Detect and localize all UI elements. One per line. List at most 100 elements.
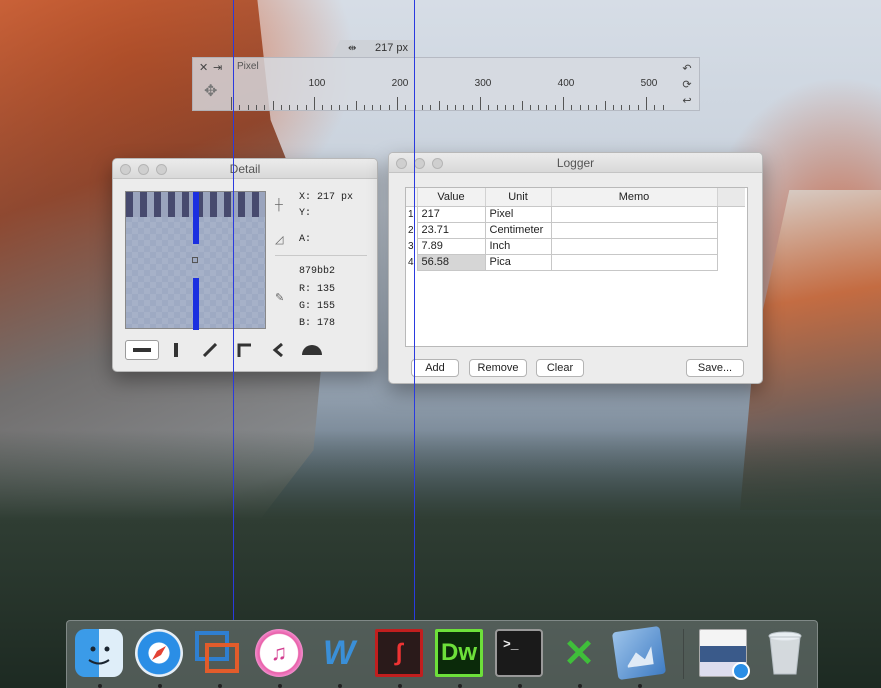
add-button[interactable]: Add <box>411 359 459 377</box>
rotate-left-icon[interactable]: ↶ <box>679 61 695 77</box>
ruler-tick <box>563 97 564 110</box>
safari-icon[interactable] <box>135 629 183 677</box>
finder-icon[interactable] <box>75 629 123 677</box>
logger-titlebar[interactable]: Logger <box>389 153 762 173</box>
align-left-icon[interactable]: ⇥ <box>213 61 222 74</box>
column-header-value[interactable]: Value <box>417 188 486 207</box>
memo-cell[interactable] <box>550 253 718 271</box>
row-index: 4 <box>408 256 414 268</box>
ruler-tick <box>314 97 315 110</box>
diagonal-line-button[interactable] <box>193 340 227 360</box>
logger-table[interactable]: Value Unit Memo 1 217 Pixel 2 23.71 Cent… <box>405 187 748 347</box>
ruler-tick <box>579 105 581 110</box>
acrobat-icon[interactable]: ∫ <box>375 629 423 677</box>
angle-icon: ◿ <box>275 234 284 246</box>
value-cell[interactable]: 23.71 <box>416 221 486 239</box>
excel-icon[interactable]: ✕ <box>555 629 603 677</box>
value-cell-selected[interactable]: 56.58 <box>416 253 486 271</box>
ruler-tick <box>488 105 490 110</box>
guide-line-right[interactable] <box>414 0 415 620</box>
minimize-button[interactable] <box>414 158 425 169</box>
zoom-button[interactable] <box>432 158 443 169</box>
value-cell[interactable]: 7.89 <box>416 237 486 255</box>
unit-cell[interactable]: Centimeter <box>484 221 552 239</box>
running-indicator <box>518 684 522 688</box>
b-label: B: <box>299 318 312 329</box>
screenshot-icon[interactable] <box>699 629 750 680</box>
table-row[interactable]: 4 56.58 Pica <box>406 253 745 271</box>
y-label: Y: <box>299 208 312 219</box>
red-value: R: 135 <box>299 284 335 295</box>
ruler-tick <box>637 105 639 110</box>
zoom-button[interactable] <box>156 164 167 175</box>
ruler-unit-label[interactable]: Pixel <box>237 61 259 72</box>
remove-button[interactable]: Remove <box>469 359 527 377</box>
corner-icon <box>237 343 251 357</box>
chevron-left-icon <box>272 343 283 357</box>
ruler-tick <box>554 105 556 110</box>
magnifier-view <box>125 191 266 330</box>
vertical-line-icon <box>174 343 178 357</box>
close-button[interactable] <box>120 164 131 175</box>
preview-icon[interactable] <box>611 625 667 681</box>
memo-cell[interactable] <box>550 205 718 223</box>
terminal-icon[interactable]: >_ <box>495 629 543 677</box>
vertical-line-button[interactable] <box>159 340 193 360</box>
ruler-tick <box>305 105 307 110</box>
memo-cell[interactable] <box>550 237 718 255</box>
ruler-tick <box>496 105 498 110</box>
move-handle-icon[interactable]: ✥ <box>204 81 217 101</box>
table-row[interactable]: 2 23.71 Centimeter <box>406 221 745 239</box>
save-button[interactable]: Save... <box>686 359 744 377</box>
ruler-scale[interactable] <box>231 96 669 110</box>
clear-button[interactable]: Clear <box>536 359 584 377</box>
logger-window[interactable]: Logger Value Unit Memo 1 217 Pixel 2 23.… <box>388 152 763 384</box>
unit-cell[interactable]: Pixel <box>484 205 552 223</box>
word-icon[interactable]: W <box>315 629 363 677</box>
ruler-tick <box>430 105 432 110</box>
value-cell[interactable]: 217 <box>416 205 486 223</box>
ruler-tick <box>538 105 540 110</box>
ruler-tick <box>338 105 340 110</box>
horizontal-line-button[interactable] <box>125 340 159 360</box>
close-button[interactable] <box>396 158 407 169</box>
ruler-tick <box>654 105 656 110</box>
running-indicator <box>218 684 222 688</box>
minimize-button[interactable] <box>138 164 149 175</box>
dock: ♫ W ∫ Dw >_ ✕ <box>66 620 818 688</box>
detail-window[interactable]: Detail ┼ X: 217 px Y: ◿ A: 879bb2 ✎ R: 1… <box>112 158 378 372</box>
ruler-tick <box>397 97 398 110</box>
music-note-icon: ♫ <box>270 640 288 665</box>
table-row[interactable]: 1 217 Pixel <box>406 205 745 223</box>
trash-icon[interactable] <box>761 629 809 677</box>
ruler-tick <box>504 105 506 110</box>
column-header-unit[interactable]: Unit <box>485 188 552 207</box>
ruler-tick <box>231 97 232 110</box>
itunes-icon[interactable]: ♫ <box>255 629 303 677</box>
unit-cell[interactable]: Pica <box>484 253 552 271</box>
vmware-icon[interactable] <box>193 629 241 677</box>
column-header-memo[interactable]: Memo <box>551 188 718 207</box>
guide-line-left[interactable] <box>233 0 234 620</box>
ruler-tick <box>330 105 332 110</box>
ruler[interactable]: ✕ ⇥ ✥ Pixel 100 200 300 400 500 ↶ ⟳ ↩ <box>192 57 700 111</box>
preview-photo-icon <box>627 646 654 668</box>
unit-cell[interactable]: Inch <box>484 237 552 255</box>
memo-cell[interactable] <box>550 221 718 239</box>
detail-titlebar[interactable]: Detail <box>113 159 377 179</box>
dreamweaver-icon[interactable]: Dw <box>435 629 483 677</box>
reset-icon[interactable]: ⟳ <box>679 77 695 93</box>
ruler-tick <box>297 105 299 110</box>
return-icon[interactable]: ↩ <box>679 93 695 109</box>
close-icon[interactable]: ✕ <box>199 61 208 74</box>
table-row[interactable]: 3 7.89 Inch <box>406 237 745 255</box>
semicircle-button[interactable] <box>295 340 329 360</box>
ruler-tick <box>463 105 465 110</box>
index-header <box>406 188 418 207</box>
ruler-tick <box>646 97 647 110</box>
eyedropper-icon[interactable]: ✎ <box>275 291 284 304</box>
ruler-right-tools: ↶ ⟳ ↩ <box>679 61 695 109</box>
diagonal-line-icon <box>203 343 217 357</box>
angle-button[interactable] <box>261 340 295 360</box>
magnifier-center-marker <box>192 257 198 263</box>
